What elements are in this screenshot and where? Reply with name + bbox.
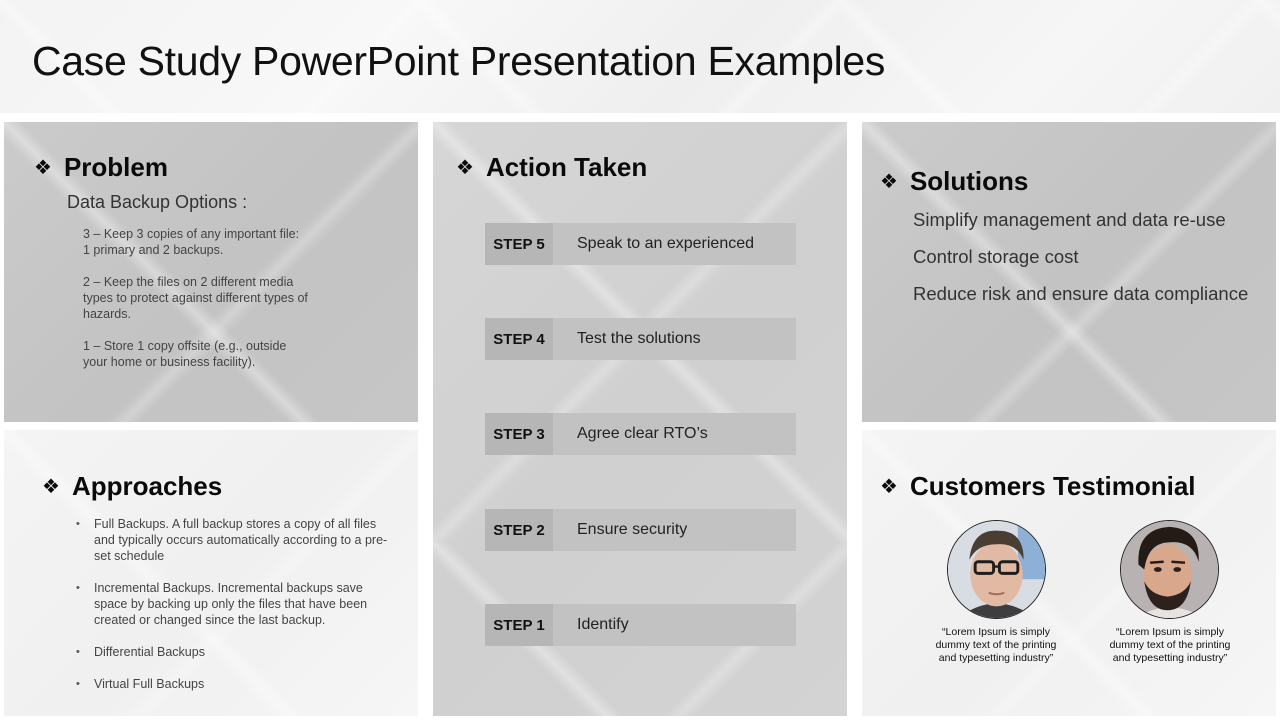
solutions-panel: ❖ Solutions Simplify management and data…: [862, 122, 1276, 422]
approach-item: Differential Backups: [76, 644, 396, 660]
problem-heading-text: Problem: [63, 152, 168, 182]
step-text: Test the solutions: [577, 330, 701, 347]
solutions-heading: ❖ Solutions: [880, 166, 1028, 197]
step-5: STEP 5 Speak to an experienced: [485, 223, 796, 265]
approach-item: Full Backups. A full backup stores a cop…: [76, 516, 396, 564]
solution-item: Simplify management and data re-use: [913, 209, 1226, 230]
approaches-heading-text: Approaches: [71, 471, 223, 501]
step-4: STEP 4 Test the solutions: [485, 318, 796, 360]
problem-item: 3 – Keep 3 copies of any important file:…: [83, 227, 300, 257]
step-label: STEP 1: [485, 604, 553, 646]
action-heading: ❖ Action Taken: [456, 152, 647, 183]
problem-item: 1 – Store 1 copy offsite (e.g., outside …: [83, 339, 287, 369]
diamond-bullet-icon: ❖: [880, 475, 898, 498]
step-label: STEP 4: [485, 318, 553, 360]
step-2: STEP 2 Ensure security: [485, 509, 796, 551]
customer-quote-1: “Lorem Ipsum is simply dummy text of the…: [935, 626, 1057, 664]
approach-item: Incremental Backups. Incremental backups…: [76, 580, 396, 628]
customer-avatar-2: [1120, 520, 1219, 619]
testimonial-heading-text: Customers Testimonial: [909, 471, 1196, 501]
approaches-heading: ❖ Approaches: [42, 471, 222, 502]
testimonial-heading: ❖ Customers Testimonial: [880, 471, 1196, 502]
action-taken-panel: ❖ Action Taken STEP 5 Speak to an experi…: [433, 122, 847, 716]
bearded-man-photo-icon: [1121, 521, 1218, 618]
step-3: STEP 3 Agree clear RTO’s: [485, 413, 796, 455]
problem-heading: ❖ Problem: [34, 152, 168, 183]
step-label: STEP 5: [485, 223, 553, 265]
step-label: STEP 2: [485, 509, 553, 551]
testimonial-panel: ❖ Customers Testimonial “Lorem Ipsum is …: [862, 430, 1276, 716]
customer-avatar-1: [947, 520, 1046, 619]
customer-quote-2: “Lorem Ipsum is simply dummy text of the…: [1109, 626, 1231, 664]
solution-item: Reduce risk and ensure data compliance: [913, 283, 1249, 304]
slide-title: Case Study PowerPoint Presentation Examp…: [32, 38, 886, 84]
man-with-glasses-photo-icon: [948, 521, 1045, 618]
problem-panel: ❖ Problem Data Backup Options : 3 – Keep…: [4, 122, 418, 422]
approaches-list: Full Backups. A full backup stores a cop…: [76, 516, 396, 708]
step-text: Ensure security: [577, 521, 688, 538]
step-1: STEP 1 Identify: [485, 604, 796, 646]
approaches-panel: ❖ Approaches Full Backups. A full backup…: [4, 430, 418, 716]
solutions-heading-text: Solutions: [909, 166, 1029, 196]
action-heading-text: Action Taken: [485, 152, 648, 182]
approach-item: Virtual Full Backups: [76, 676, 396, 692]
problem-subheading: Data Backup Options :: [67, 192, 248, 212]
step-text: Identify: [577, 616, 629, 633]
diamond-bullet-icon: ❖: [42, 475, 60, 498]
step-label: STEP 3: [485, 413, 553, 455]
problem-item: 2 – Keep the files on 2 different media …: [83, 275, 308, 321]
solution-item: Control storage cost: [913, 246, 1079, 267]
step-text: Agree clear RTO’s: [577, 425, 708, 442]
diamond-bullet-icon: ❖: [880, 170, 898, 193]
diamond-bullet-icon: ❖: [456, 156, 474, 179]
slide-header: Case Study PowerPoint Presentation Examp…: [0, 0, 1280, 113]
step-text: Speak to an experienced: [577, 235, 755, 252]
diamond-bullet-icon: ❖: [34, 156, 52, 179]
